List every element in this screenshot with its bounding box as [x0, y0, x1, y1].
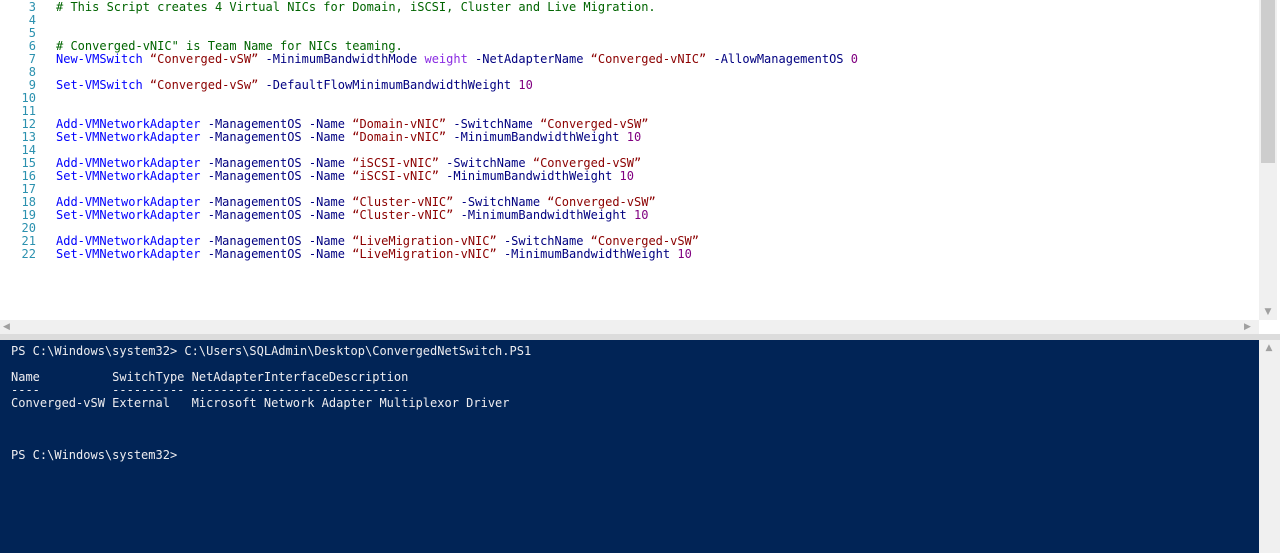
code-token-cmd: Add-VMNetworkAdapter	[56, 234, 208, 248]
code-token-str: “LiveMigration-vNIC”	[352, 247, 497, 261]
code-token-param: -ManagementOS -Name	[207, 117, 353, 131]
console-pane[interactable]: PS C:\Windows\system32> C:\Users\SQLAdmi…	[0, 340, 1280, 553]
scroll-down-arrow-icon[interactable]: ▼	[1262, 306, 1274, 318]
code-token-num: 10	[626, 130, 642, 144]
code-token-param: -MinimumBandwidthWeight	[446, 130, 627, 144]
console-output-line: Name SwitchType NetAdapterInterfaceDescr…	[11, 370, 409, 384]
code-token-param: -SwitchName	[438, 156, 533, 170]
console-output-line: PS C:\Windows\system32>	[11, 448, 178, 462]
code-token-str: “Converged-vSW”	[540, 117, 649, 131]
code-token-str: “Domain-vNIC”	[352, 130, 447, 144]
code-token-str: “Converged-vSW”	[532, 156, 642, 170]
code-token-param: -AllowManagementOS	[706, 52, 851, 66]
line-number-gutter: 3 4 5 6 7 8 9 10 11 12 13 14 15 16 17 18 19 20 21 22	[0, 0, 40, 320]
code-token-cmd: New-VMSwitch	[56, 52, 150, 66]
code-token-str: “iSCSI-vNIC”	[352, 169, 439, 183]
code-token-cmd: Set-VMNetworkAdapter	[56, 130, 208, 144]
script-editor-pane[interactable]: 3 4 5 6 7 8 9 10 11 12 13 14 15 16 17 18 19 20 21 22 # This…	[0, 0, 1280, 340]
code-token-cmd: Add-VMNetworkAdapter	[56, 195, 208, 209]
code-token-param: -ManagementOS -Name	[207, 247, 353, 261]
code-token-str: “Converged-vSW”	[547, 195, 656, 209]
script-code-area[interactable]: # This Script creates 4 Virtual NICs for…	[56, 0, 1251, 320]
code-token-param: -NetAdapterName	[467, 52, 591, 66]
code-token-cmd: Set-VMSwitch	[56, 78, 150, 92]
console-output-line: Converged-vSW External Microsoft Network…	[11, 396, 510, 410]
code-token-str: “Cluster-vNIC”	[352, 208, 454, 222]
code-token-str: “LiveMigration-vNIC”	[352, 234, 497, 248]
code-line: New-VMSwitch “Converged-vSW” -MinimumBan…	[56, 53, 858, 66]
code-token-str: “Domain-vNIC”	[352, 117, 447, 131]
code-token-kw: weight	[424, 52, 468, 66]
code-token-str: “Converged-vSW”	[149, 52, 259, 66]
code-token-param: -ManagementOS -Name	[207, 156, 353, 170]
line-number: 22	[21, 247, 36, 261]
console-vertical-scrollbar[interactable]	[1259, 340, 1280, 553]
code-token-cmd: Set-VMNetworkAdapter	[56, 208, 208, 222]
code-token-str: “iSCSI-vNIC”	[352, 156, 439, 170]
code-line: Set-VMNetworkAdapter -ManagementOS -Name…	[56, 131, 641, 144]
code-line: Set-VMNetworkAdapter -ManagementOS -Name…	[56, 170, 634, 183]
editor-vertical-scroll-thumb[interactable]	[1261, 0, 1275, 163]
code-line: Set-VMNetworkAdapter -ManagementOS -Name…	[56, 209, 648, 222]
code-token-num: 10	[677, 247, 692, 261]
code-token-num: 10	[634, 208, 649, 222]
code-token-param: -ManagementOS -Name	[207, 208, 353, 222]
console-output-line: PS C:\Windows\system32> C:\Users\SQLAdmi…	[11, 344, 532, 358]
code-token-str: “Converged-vSw”	[149, 78, 259, 92]
code-token-cmd: Set-VMNetworkAdapter	[56, 247, 208, 261]
code-line: Set-VMSwitch “Converged-vSw” -DefaultFlo…	[56, 79, 533, 92]
code-token-comment: # Converged-vNIC" is Team Name for NICs …	[56, 39, 403, 53]
code-token-comment: # This Script creates 4 Virtual NICs for…	[56, 0, 656, 14]
code-token-param: -MinimumBandwidthWeight	[438, 169, 620, 183]
code-token-cmd: Set-VMNetworkAdapter	[56, 169, 208, 183]
scroll-left-arrow-icon[interactable]: ◀	[3, 321, 15, 333]
code-line: Set-VMNetworkAdapter -ManagementOS -Name…	[56, 248, 692, 261]
scroll-up-arrow-icon[interactable]: ▲	[1263, 342, 1275, 354]
code-token-num: 0	[850, 52, 858, 66]
code-token-param: -SwitchName	[446, 117, 541, 131]
code-token-cmd: Add-VMNetworkAdapter	[56, 156, 208, 170]
code-token-param: -DefaultFlowMinimumBandwidthWeight	[258, 78, 519, 92]
code-line: # This Script creates 4 Virtual NICs for…	[56, 1, 656, 14]
code-token-str: “Converged-vNIC”	[590, 52, 707, 66]
code-token-num: 10	[619, 169, 634, 183]
code-token-param: -SwitchName	[453, 195, 548, 209]
code-token-cmd: Add-VMNetworkAdapter	[56, 117, 208, 131]
code-token-param: -MinimumBandwidthMode	[258, 52, 425, 66]
editor-horizontal-scrollbar[interactable]	[0, 320, 1259, 334]
code-token-param: -SwitchName	[496, 234, 591, 248]
console-output-line: ---- ---------- ------------------------…	[11, 383, 409, 397]
code-token-str: “Cluster-vNIC”	[352, 195, 454, 209]
code-token-param: -ManagementOS -Name	[207, 234, 353, 248]
code-token-str: “Converged-vSW”	[590, 234, 700, 248]
code-token-param: -MinimumBandwidthWeight	[453, 208, 634, 222]
code-token-param: -MinimumBandwidthWeight	[496, 247, 678, 261]
code-token-param: -ManagementOS -Name	[207, 195, 353, 209]
code-token-num: 10	[518, 78, 533, 92]
code-token-param: -ManagementOS -Name	[207, 169, 353, 183]
scroll-right-arrow-icon[interactable]: ▶	[1244, 321, 1256, 333]
code-token-param: -ManagementOS -Name	[207, 130, 353, 144]
